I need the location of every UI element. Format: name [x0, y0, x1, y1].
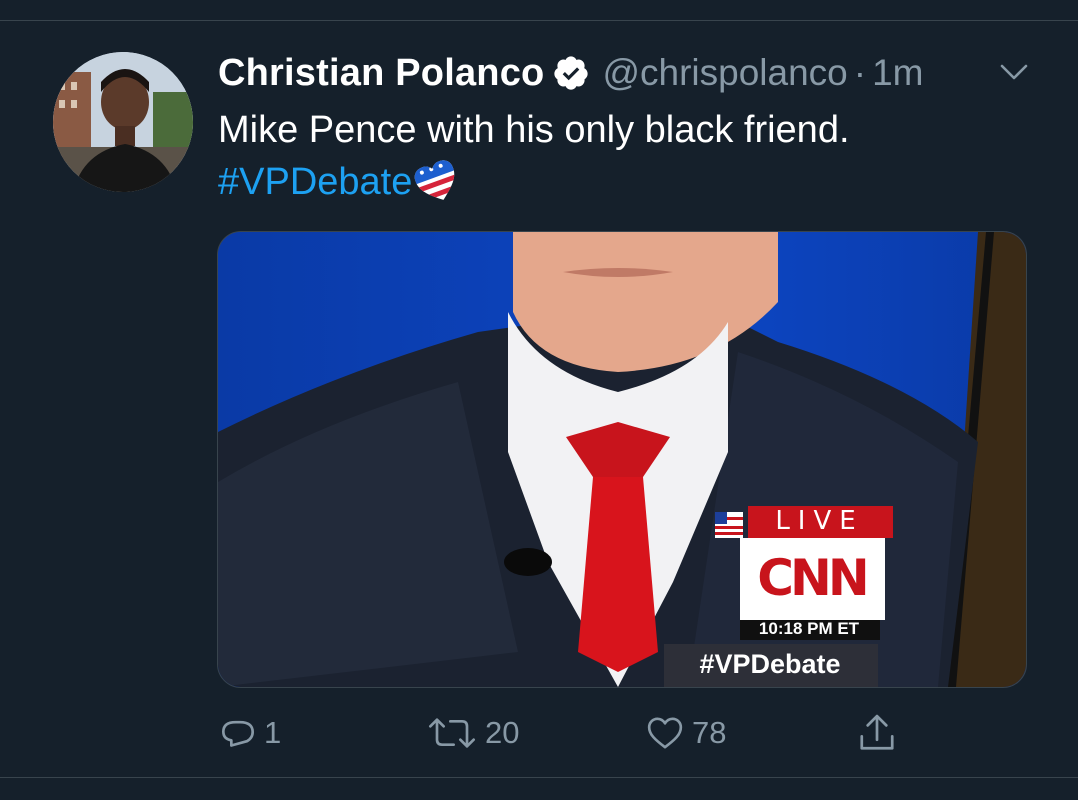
time-separator: ·	[853, 52, 867, 93]
bottom-divider	[0, 777, 1078, 778]
author-handle[interactable]: @chrispolanco	[602, 52, 847, 94]
author-display-name[interactable]: Christian Polanco	[218, 52, 544, 95]
avatar[interactable]	[53, 52, 193, 192]
tweet-media-photo[interactable]	[217, 231, 1027, 688]
tweet-body-text: Mike Pence with his only black friend.	[218, 109, 850, 151]
hashtag-line: #VPDebate	[218, 156, 850, 208]
tweet-header: Christian Polanco @chrispolanco · 1m	[218, 48, 924, 98]
reply-icon	[222, 720, 255, 747]
share-icon	[860, 714, 894, 750]
retweet-icon	[429, 717, 475, 748]
tweet-actions: 1 20 78	[0, 705, 1078, 760]
verified-badge-icon	[554, 56, 589, 90]
retweet-count: 20	[485, 714, 520, 750]
like-count: 78	[692, 714, 727, 750]
retweet-button[interactable]: 20	[425, 705, 519, 760]
hashtag-link[interactable]: #VPDebate	[218, 156, 412, 208]
heart-icon	[647, 717, 683, 748]
share-button[interactable]	[856, 705, 898, 760]
tweet-text: Mike Pence with his only black friend. #…	[218, 104, 850, 208]
chevron-down-icon[interactable]	[998, 60, 1030, 84]
debate-photo	[218, 232, 1026, 687]
vp-debate-heart-flag-icon	[414, 159, 461, 205]
top-divider	[0, 20, 1078, 21]
reply-button[interactable]: 1	[218, 705, 281, 760]
tweet-timestamp[interactable]: 1m	[872, 52, 923, 94]
reply-count: 1	[264, 714, 282, 750]
avatar-photo-icon	[53, 52, 193, 192]
like-button[interactable]: 78	[644, 705, 726, 760]
